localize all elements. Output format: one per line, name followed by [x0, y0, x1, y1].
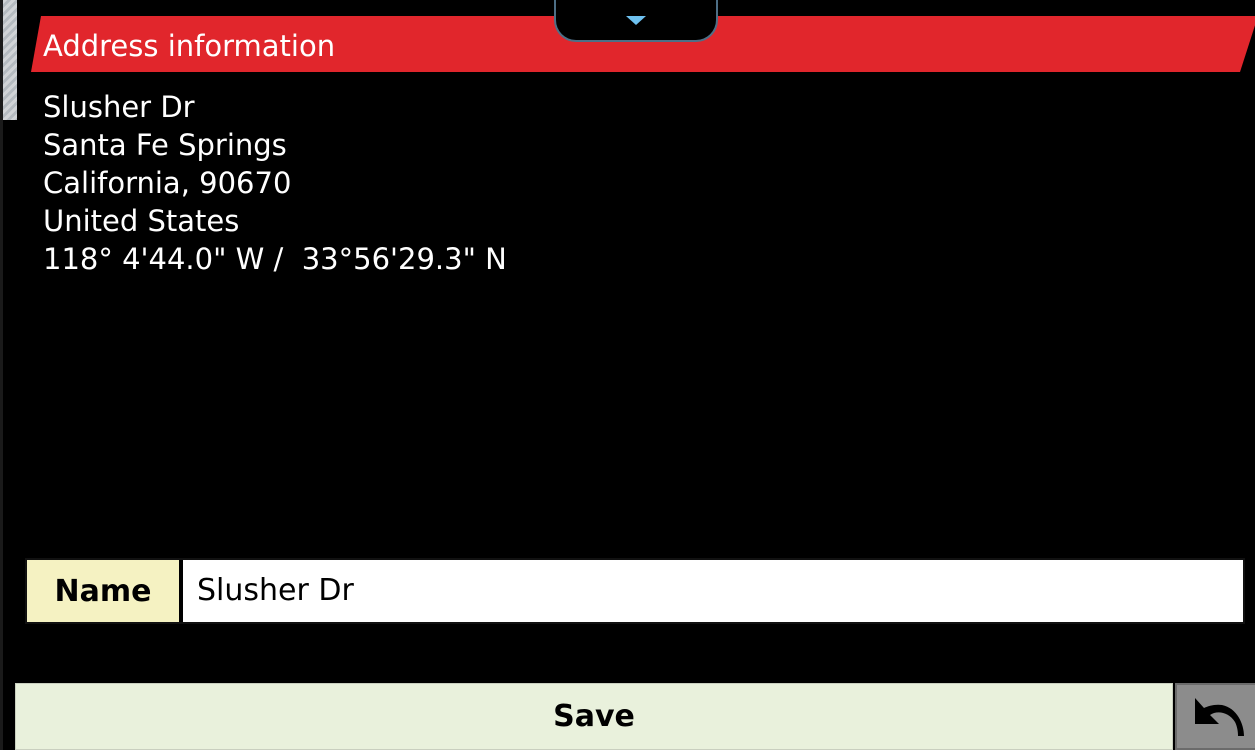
address-country: United States [43, 204, 240, 238]
address-block: Slusher Dr Santa Fe Springs California, … [43, 88, 507, 278]
save-button[interactable]: Save [15, 683, 1173, 750]
address-city: Santa Fe Springs [43, 128, 287, 162]
screen: Address information Slusher Dr Santa Fe … [0, 0, 1255, 750]
name-field[interactable]: Slusher Dr [181, 560, 1243, 622]
address-coordinates: 118° 4'44.0" W / 33°56'29.3" N [43, 242, 507, 276]
edge-decoration [3, 0, 17, 120]
address-street: Slusher Dr [43, 90, 195, 124]
page-title: Address information [43, 29, 336, 63]
back-button[interactable] [1175, 683, 1255, 750]
address-state-zip: California, 90670 [43, 166, 292, 200]
undo-arrow-icon [1194, 697, 1244, 736]
chevron-down-icon[interactable] [626, 16, 646, 25]
name-label: Name [27, 560, 179, 622]
name-row: Name Slusher Dr [25, 558, 1245, 624]
